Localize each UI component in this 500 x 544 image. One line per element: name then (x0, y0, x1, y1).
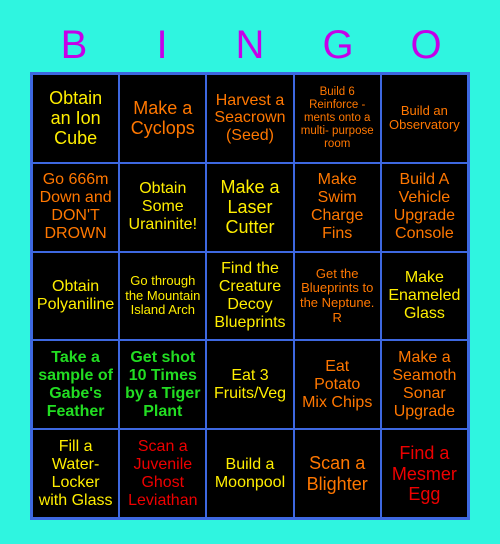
bingo-cell-n2[interactable]: Make a Laser Cutter (207, 163, 293, 251)
bingo-cell-label: Find the Creature Decoy Blueprints (214, 260, 286, 331)
bingo-cell-label: Obtain Polyaniline (36, 278, 115, 313)
bingo-cell-label: Get the Blueprints to the Neptune. R (299, 265, 375, 325)
header-letter-i: I (156, 23, 168, 67)
bingo-header-row: B I N G O (30, 18, 470, 72)
bingo-cell-label: Obtain Some Uraninite! (128, 180, 198, 234)
header-letter-b: B (60, 23, 88, 67)
bingo-cell-g5[interactable]: Scan a Blighter (294, 430, 380, 517)
header-letter-n: N (235, 23, 265, 67)
bingo-cell-label: Build a Moonpool (214, 455, 286, 491)
bingo-cell-label: Make a Cyclops (130, 98, 195, 139)
bingo-cell-label: Fill a Water- Locker with Glass (38, 437, 113, 509)
bingo-cell-o3[interactable]: Make Enameled Glass (381, 252, 467, 340)
bingo-cell-b5[interactable]: Fill a Water- Locker with Glass (33, 430, 119, 517)
bingo-cell-i2[interactable]: Obtain Some Uraninite! (120, 163, 206, 251)
bingo-cell-label: Make Swim Charge Fins (310, 171, 364, 243)
bingo-cell-label: Build A Vehicle Upgrade Console (393, 171, 456, 243)
bingo-cell-label: Build an Observatory (388, 102, 460, 133)
bingo-cell-o1[interactable]: Build an Observatory (381, 75, 467, 162)
bingo-cell-i4[interactable]: Get shot 10 Times by a Tiger Plant (120, 341, 206, 429)
bingo-cell-label: Harvest a Seacrown (Seed) (214, 91, 286, 145)
bingo-cell-label: Scan a Blighter (306, 453, 368, 494)
header-letter-o: O (410, 23, 442, 67)
bingo-card: B I N G O Obtain an Ion Cube Make a Cyclo… (0, 0, 500, 544)
bingo-cell-label: Make Enameled Glass (388, 269, 461, 322)
bingo-cell-g4[interactable]: Eat Potato Mix Chips (294, 341, 380, 429)
bingo-cell-g1[interactable]: Build 6 Reinforce - ments onto a multi- … (294, 75, 380, 162)
bingo-cell-n4[interactable]: Eat 3 Fruits/Veg (207, 341, 293, 429)
bingo-cell-b1[interactable]: Obtain an Ion Cube (33, 75, 119, 162)
bingo-cell-i1[interactable]: Make a Cyclops (120, 75, 206, 162)
bingo-cell-label: Eat Potato Mix Chips (302, 357, 373, 411)
bingo-cell-i3[interactable]: Go through the Mountain Island Arch (120, 252, 206, 340)
bingo-cell-label: Make a Seamoth Sonar Upgrade (392, 348, 457, 420)
bingo-cell-b3[interactable]: Obtain Polyaniline (33, 252, 119, 340)
header-letter-g: G (322, 23, 354, 67)
bingo-cell-label: Build 6 Reinforce - ments onto a multi- … (300, 86, 374, 150)
bingo-cell-g3[interactable]: Get the Blueprints to the Neptune. R (294, 252, 380, 340)
bingo-cell-label: Find a Mesmer Egg (391, 443, 457, 504)
bingo-cell-b4[interactable]: Take a sample of Gabe's Feather (33, 341, 119, 429)
bingo-cell-label: Scan a Juvenile Ghost Leviathan (128, 437, 198, 509)
bingo-cell-i5[interactable]: Scan a Juvenile Ghost Leviathan (120, 430, 206, 517)
bingo-grid: Obtain an Ion Cube Make a Cyclops Harvest … (30, 72, 470, 520)
bingo-cell-n5[interactable]: Build a Moonpool (207, 430, 293, 517)
bingo-cell-label: Go 666m Down and DON'T DROWN (39, 171, 112, 243)
bingo-cell-o2[interactable]: Build A Vehicle Upgrade Console (381, 163, 467, 251)
bingo-cell-o5[interactable]: Find a Mesmer Egg (381, 430, 467, 517)
bingo-cell-label: Make a Laser Cutter (220, 176, 280, 238)
bingo-cell-b2[interactable]: Go 666m Down and DON'T DROWN (33, 163, 119, 251)
bingo-cell-label: Eat 3 Fruits/Veg (213, 366, 286, 402)
bingo-cell-g2[interactable]: Make Swim Charge Fins (294, 163, 380, 251)
bingo-cell-label: Obtain an Ion Cube (49, 88, 103, 149)
bingo-cell-o4[interactable]: Make a Seamoth Sonar Upgrade (381, 341, 467, 429)
bingo-cell-label: Take a sample of Gabe's Feather (38, 348, 113, 420)
bingo-cell-label: Go through the Mountain Island Arch (125, 273, 201, 318)
bingo-cell-label: Get shot 10 Times by a Tiger Plant (125, 348, 201, 420)
bingo-cell-n1[interactable]: Harvest a Seacrown (Seed) (207, 75, 293, 162)
bingo-cell-n3[interactable]: Find the Creature Decoy Blueprints (207, 252, 293, 340)
